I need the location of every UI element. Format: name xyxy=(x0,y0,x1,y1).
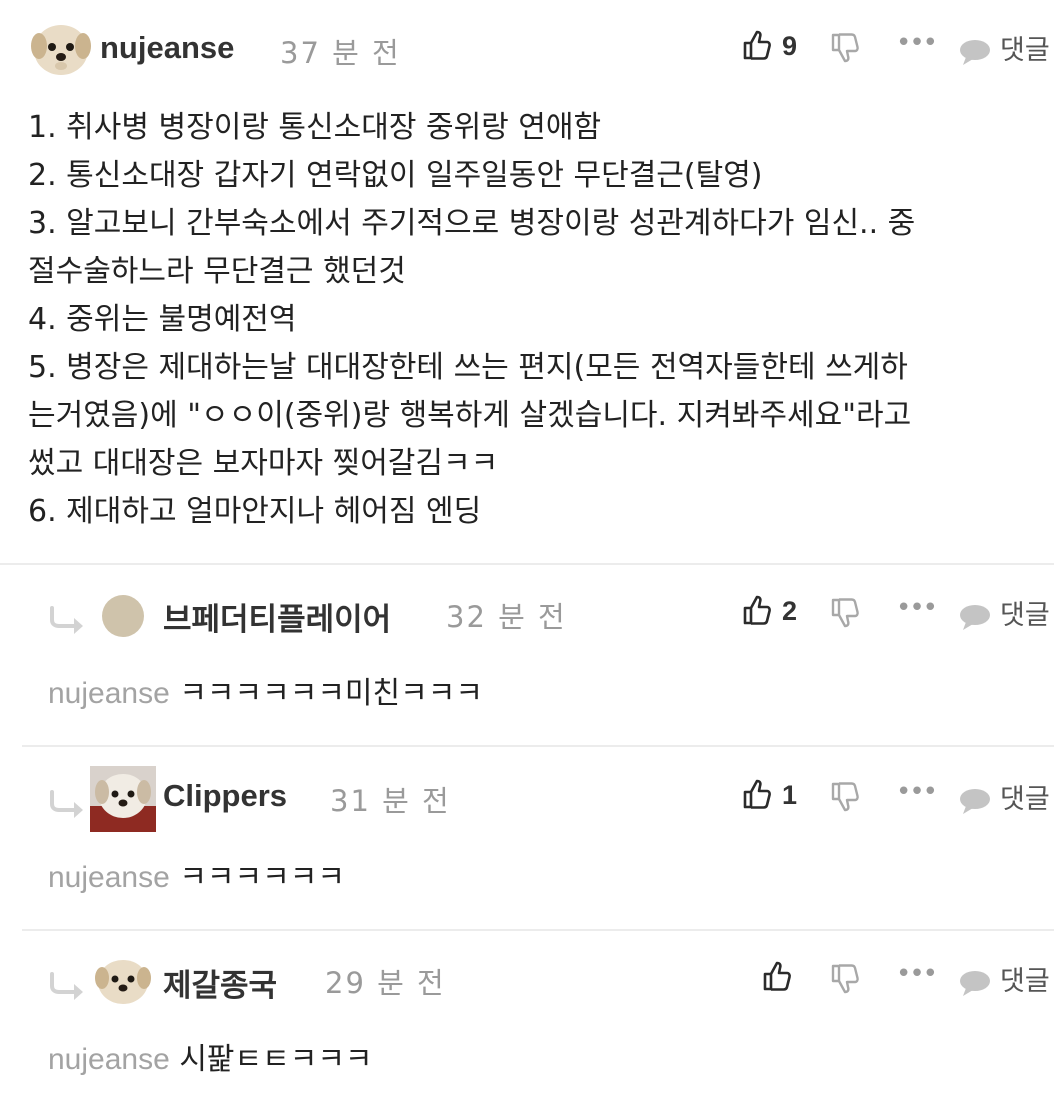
reply-button[interactable]: 댓글 xyxy=(958,593,1050,632)
reply-button[interactable]: 댓글 xyxy=(958,959,1050,998)
post-line: 2. 통신소대장 갑자기 연락없이 일주일동안 무단결근(탈영) xyxy=(28,158,763,193)
thumbs-down-icon[interactable] xyxy=(830,32,860,64)
speech-bubble-icon xyxy=(960,970,990,996)
reply-arrow-icon xyxy=(50,972,83,1000)
speech-bubble-icon xyxy=(960,788,990,814)
post-line: 는거였음)에 "ㅇㅇ이(중위)랑 행복하게 살겠습니다. 지켜봐주세요"라고 xyxy=(28,398,912,433)
avatar-clippers[interactable] xyxy=(90,766,156,832)
reply-text: ㅋㅋㅋㅋㅋㅋ xyxy=(179,860,345,895)
reply-label: 댓글 xyxy=(1000,600,1050,631)
reply-body: nujeanse ㅋㅋㅋㅋㅋㅋ미친ㅋㅋㅋ xyxy=(48,670,483,718)
thumbs-down-icon[interactable] xyxy=(830,781,860,813)
reply-time: 32 분 전 xyxy=(446,600,567,634)
post-line: 절수술하느라 무단결근 했던것 xyxy=(28,254,406,289)
speech-bubble-icon xyxy=(960,604,990,630)
more-dots-icon[interactable]: ••• xyxy=(896,959,938,989)
author-name[interactable]: 브페더티플레이어 xyxy=(163,594,391,639)
author-name[interactable]: nujeanse xyxy=(100,30,234,66)
divider xyxy=(22,929,1054,931)
like-count: 1 xyxy=(782,780,798,810)
reply-button[interactable]: 댓글 xyxy=(958,777,1050,816)
like-count: 2 xyxy=(782,596,798,626)
thumbs-down-icon[interactable] xyxy=(830,963,860,995)
reply-body: nujeanse 시팙ㅌㅌㅋㅋㅋ xyxy=(48,1036,373,1084)
post-line: 3. 알고보니 간부숙소에서 주기적으로 병장이랑 성관계하다가 임신.. 중 xyxy=(28,206,916,241)
reply-text: 시팙ㅌㅌㅋㅋㅋ xyxy=(179,1042,373,1077)
avatar-user[interactable] xyxy=(94,956,152,1006)
divider xyxy=(22,745,1054,747)
avatar-user[interactable] xyxy=(102,595,144,637)
thumbs-up-icon[interactable] xyxy=(762,960,792,992)
reply-time: 31 분 전 xyxy=(330,784,451,818)
post-time: 37 분 전 xyxy=(280,36,401,70)
mention-link[interactable]: nujeanse xyxy=(48,677,170,710)
reply-button[interactable]: 댓글 xyxy=(958,28,1050,67)
mention-link[interactable]: nujeanse xyxy=(48,1043,170,1076)
author-name[interactable]: Clippers xyxy=(163,778,287,814)
more-dots-icon[interactable]: ••• xyxy=(896,593,938,623)
reply-arrow-icon xyxy=(50,790,83,818)
author-name[interactable]: 제갈종국 xyxy=(163,960,277,1005)
reply-time: 29 분 전 xyxy=(325,966,446,1000)
speech-bubble-icon xyxy=(960,39,990,65)
thumbs-up-icon[interactable] xyxy=(742,29,772,61)
reply-text: ㅋㅋㅋㅋㅋㅋ미친ㅋㅋㅋ xyxy=(179,676,483,711)
reply-label: 댓글 xyxy=(1000,35,1050,66)
post-line: 5. 병장은 제대하는날 대대장한테 쓰는 편지(모든 전역자들한테 쓰게하 xyxy=(28,350,908,385)
post-line: 썼고 대대장은 보자마자 찢어갈김ㅋㅋ xyxy=(28,446,499,481)
post-line: 6. 제대하고 얼마안지나 헤어짐 엔딩 xyxy=(28,494,482,529)
divider xyxy=(0,563,1054,565)
thumbs-up-icon[interactable] xyxy=(742,594,772,626)
thumbs-down-icon[interactable] xyxy=(830,597,860,629)
post-line: 1. 취사병 병장이랑 통신소대장 중위랑 연애함 xyxy=(28,110,602,145)
reply-label: 댓글 xyxy=(1000,966,1050,997)
avatar-nujeanse[interactable] xyxy=(30,20,92,76)
mention-link[interactable]: nujeanse xyxy=(48,861,170,894)
thumbs-up-icon[interactable] xyxy=(742,778,772,810)
post-line: 4. 중위는 불명예전역 xyxy=(28,302,297,337)
like-count: 9 xyxy=(782,31,798,61)
reply-body: nujeanse ㅋㅋㅋㅋㅋㅋ xyxy=(48,854,345,902)
more-dots-icon[interactable]: ••• xyxy=(896,28,938,58)
more-dots-icon[interactable]: ••• xyxy=(896,777,938,807)
reply-arrow-icon xyxy=(50,606,83,634)
reply-label: 댓글 xyxy=(1000,784,1050,815)
